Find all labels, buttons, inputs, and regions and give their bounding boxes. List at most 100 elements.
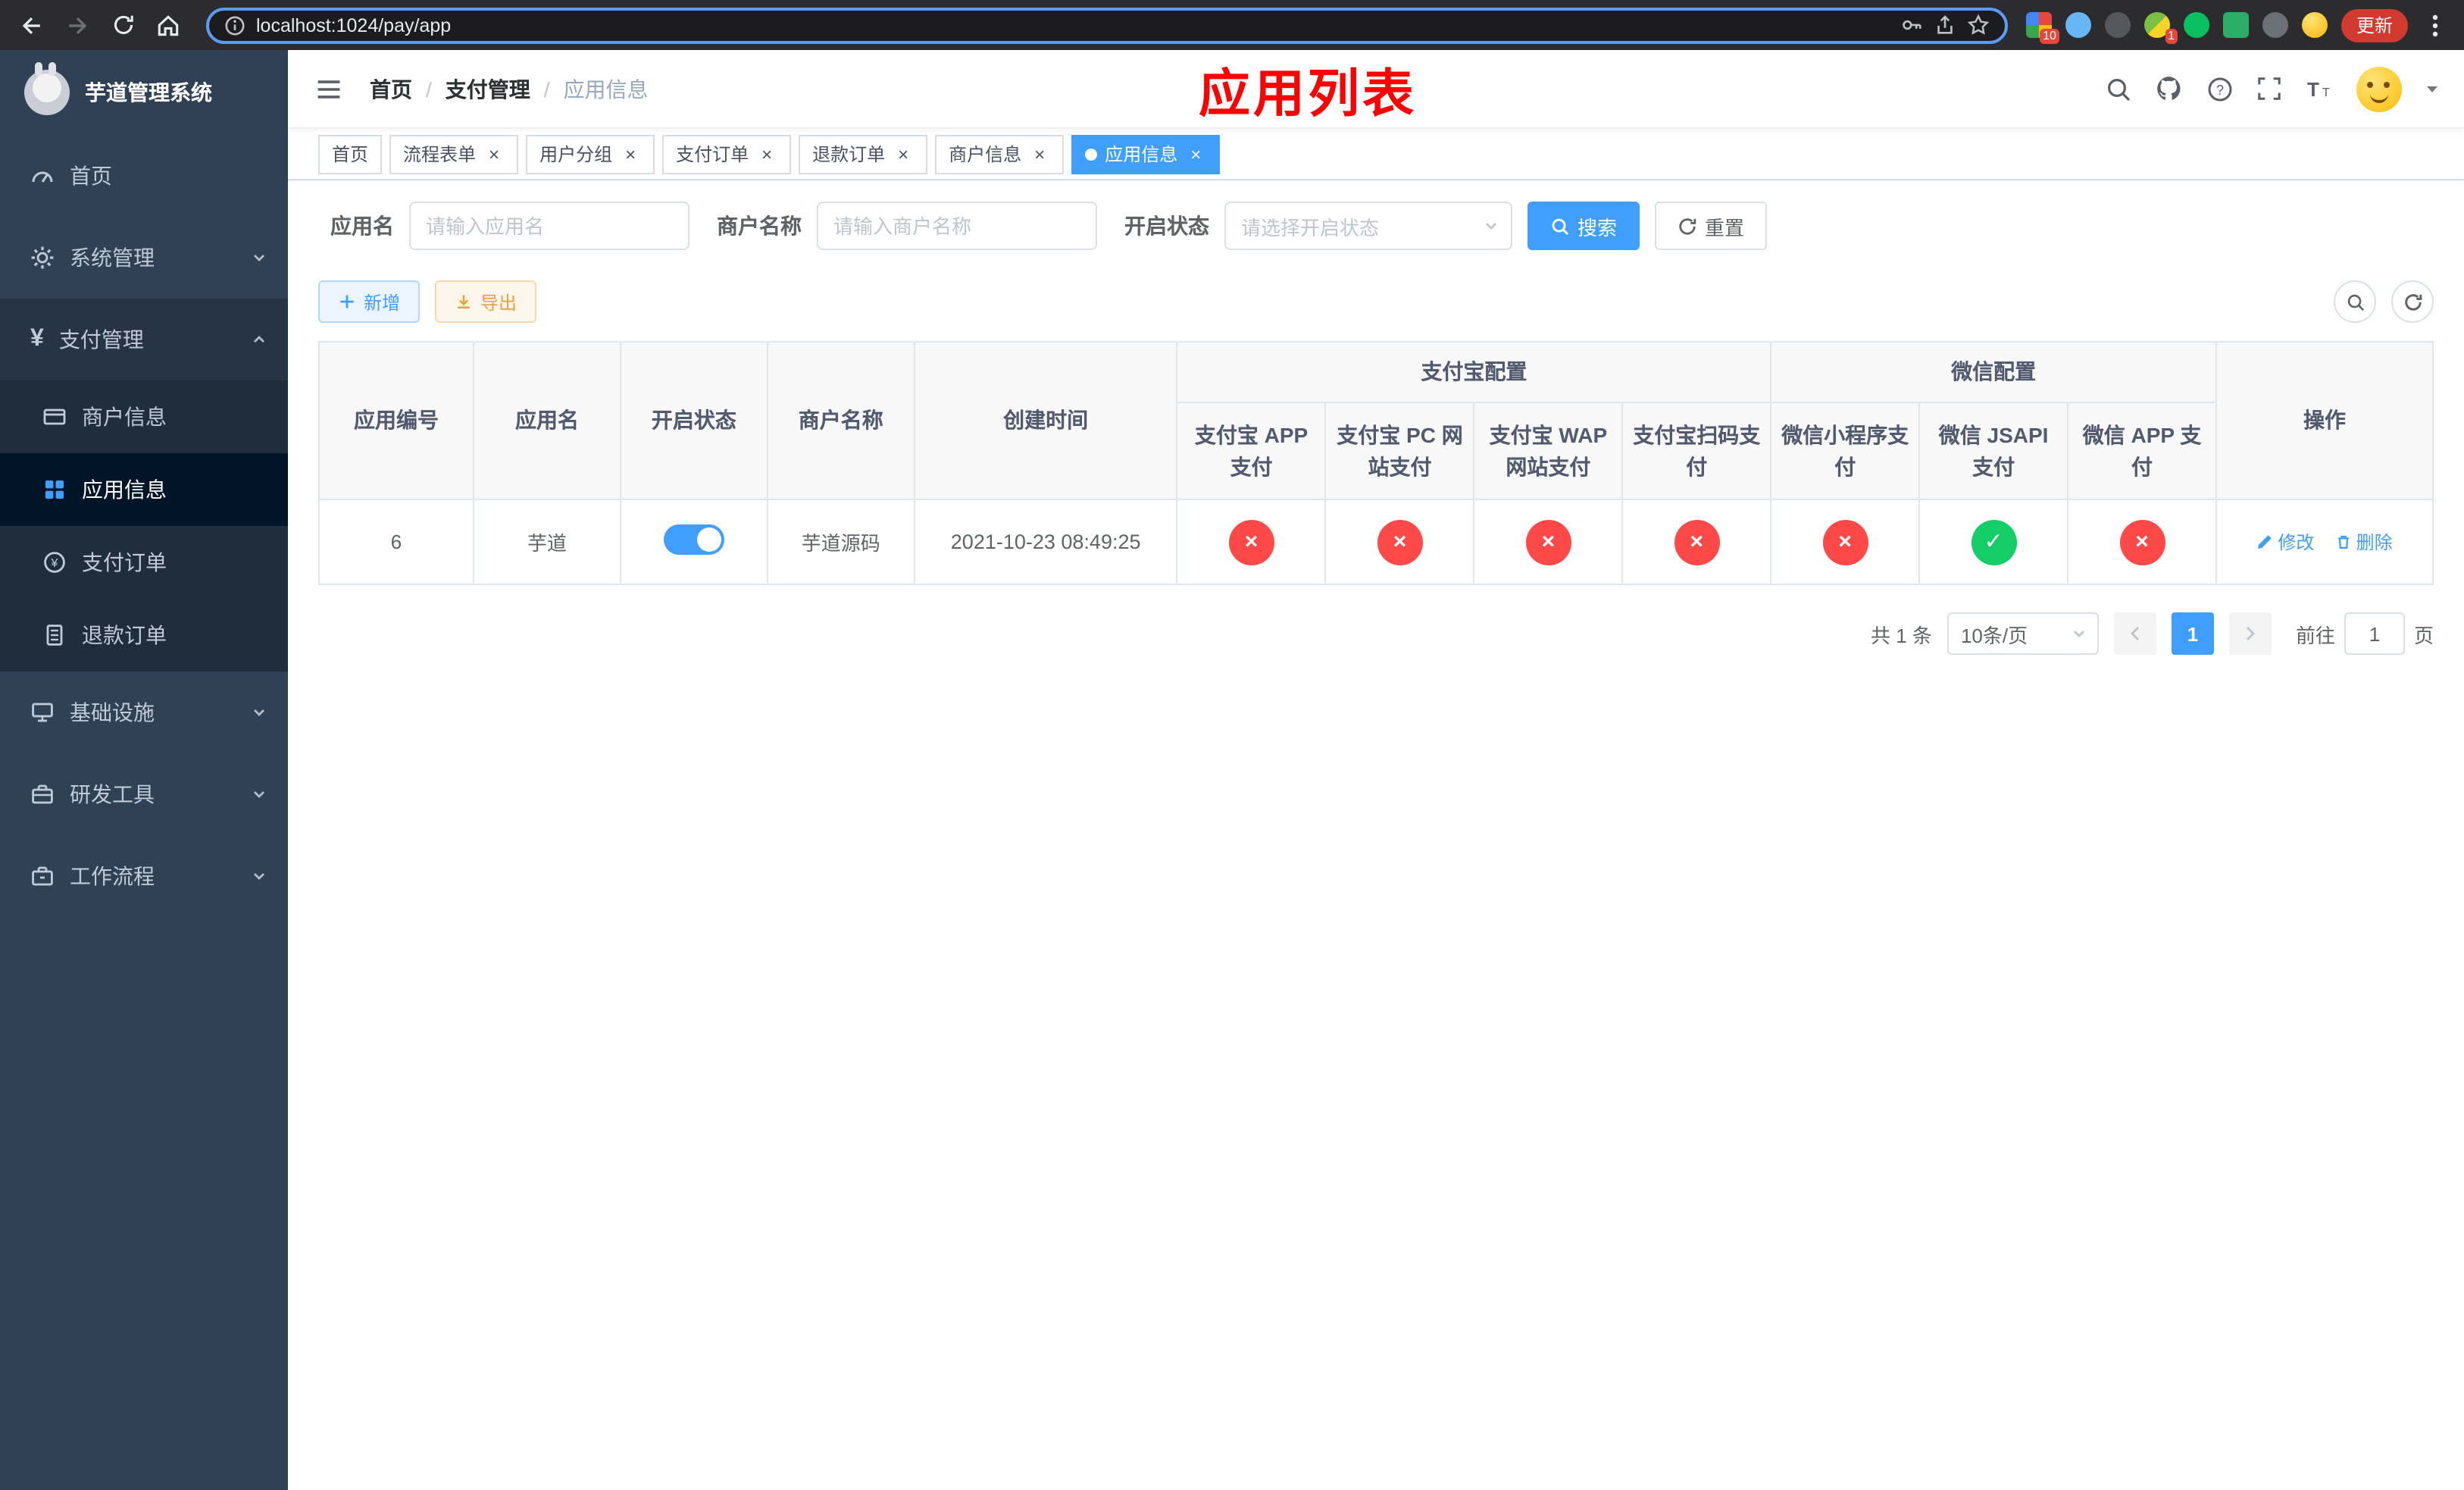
site-info-icon[interactable] — [224, 14, 245, 36]
active-dot — [1085, 148, 1098, 160]
tab-label: 支付订单 — [676, 144, 749, 165]
tab-pay-order[interactable]: 支付订单 — [662, 134, 792, 174]
close-icon[interactable] — [756, 143, 777, 164]
tab-label: 流程表单 — [403, 144, 477, 165]
extension-icon-pin[interactable] — [2262, 12, 2288, 38]
close-icon[interactable] — [893, 143, 914, 164]
tab-process-form[interactable]: 流程表单 — [389, 134, 519, 174]
page-size-select[interactable]: 10条/页 — [1946, 612, 2099, 655]
extension-icon-blue[interactable] — [2065, 12, 2091, 38]
font-size-icon[interactable]: TT — [2305, 75, 2334, 102]
pagination-total: 共 1 条 — [1871, 624, 1932, 646]
close-icon[interactable] — [1185, 143, 1206, 164]
next-page-button[interactable] — [2228, 612, 2272, 655]
extension-icon-colorful[interactable]: 10 — [2025, 12, 2059, 44]
url-text[interactable]: localhost:1024/pay/app — [256, 14, 1890, 36]
sidebar-item-label: 商户信息 — [82, 405, 167, 429]
browser-update-button[interactable]: 更新 — [2340, 8, 2408, 42]
toolbox-icon — [30, 782, 55, 806]
chevron-down-icon — [1484, 218, 1499, 233]
tab-label: 商户信息 — [949, 144, 1022, 165]
extension-icon-wechat-dev[interactable] — [2183, 12, 2209, 38]
page-number-1[interactable]: 1 — [2171, 612, 2214, 655]
page-suffix-label: 页 — [2413, 624, 2434, 646]
tab-refund-order[interactable]: 退款订单 — [799, 134, 928, 174]
chevron-up-icon — [252, 332, 267, 347]
tab-merchant-info[interactable]: 商户信息 — [935, 134, 1065, 174]
close-icon[interactable] — [620, 143, 641, 164]
sidebar-item-workflow[interactable]: 工作流程 — [0, 835, 288, 917]
status-select[interactable]: 请选择开启状态 — [1224, 202, 1512, 250]
merchant-name-input[interactable] — [817, 202, 1097, 250]
extension-icon-avatar[interactable]: 1 — [2143, 12, 2178, 44]
close-icon[interactable] — [1029, 143, 1050, 164]
tab-app-info-active[interactable]: 应用信息 — [1071, 134, 1221, 174]
sidebar-item-label: 首页 — [70, 164, 112, 188]
browser-forward-button[interactable] — [58, 5, 97, 45]
extension-icon-dark[interactable] — [2104, 12, 2131, 38]
sidebar-item-app-info[interactable]: 应用信息 — [0, 453, 288, 526]
help-icon[interactable]: ? — [2206, 75, 2234, 102]
sidebar-item-label: 研发工具 — [70, 782, 155, 806]
cell-channel-wechat-jsapi: ✓ — [1918, 499, 2069, 585]
browser-reload-button[interactable] — [103, 5, 142, 45]
breadcrumb-separator: / — [543, 77, 550, 101]
sidebar-item-label: 系统管理 — [70, 246, 155, 270]
toggle-search-button[interactable] — [2334, 280, 2376, 323]
tags-view: 首页 流程表单 用户分组 支付订单 退款订单 — [288, 129, 2464, 180]
browser-menu-icon[interactable] — [2422, 5, 2449, 45]
close-icon[interactable] — [483, 143, 505, 164]
status-label: 开启状态 — [1124, 214, 1209, 238]
app-logo-row[interactable]: 芋道管理系统 — [0, 50, 288, 135]
status-toggle[interactable] — [663, 524, 724, 555]
tab-home[interactable]: 首页 — [318, 134, 383, 174]
prev-page-button[interactable] — [2113, 612, 2156, 655]
edit-link[interactable]: 修改 — [2256, 529, 2314, 555]
browser-home-button[interactable] — [149, 5, 188, 45]
breadcrumb-item-home[interactable]: 首页 — [370, 74, 412, 104]
browser-toolbar: localhost:1024/pay/app 10 1 更新 — [0, 0, 2464, 50]
extension-icon-emoji[interactable] — [2301, 12, 2328, 38]
github-icon[interactable] — [2155, 74, 2184, 103]
sidebar-item-infrastructure[interactable]: 基础设施 — [0, 671, 288, 753]
app-name-input[interactable] — [409, 202, 689, 250]
sidebar-item-merchant-info[interactable]: 商户信息 — [0, 380, 288, 453]
sidebar-item-payment[interactable]: ¥ 支付管理 — [0, 299, 288, 380]
password-key-icon[interactable] — [1900, 14, 1923, 36]
user-avatar[interactable] — [2356, 66, 2402, 111]
search-button-label: 搜索 — [1578, 216, 1618, 239]
page-size-value: 10条/页 — [1960, 624, 2028, 646]
delete-link[interactable]: 删除 — [2335, 529, 2393, 555]
chevron-down-icon[interactable] — [2425, 81, 2440, 96]
sidebar-item-pay-order[interactable]: ¥ 支付订单 — [0, 526, 288, 599]
sidebar-item-system[interactable]: 系统管理 — [0, 217, 288, 299]
breadcrumb-item-payment[interactable]: 支付管理 — [446, 74, 530, 104]
address-bar[interactable]: localhost:1024/pay/app — [206, 7, 2008, 43]
tab-label: 用户分组 — [539, 144, 613, 165]
bookmark-star-icon[interactable] — [1967, 14, 1990, 36]
share-icon[interactable] — [1934, 14, 1956, 36]
goto-page-input[interactable] — [2344, 612, 2405, 655]
tab-user-group[interactable]: 用户分组 — [526, 134, 655, 174]
sidebar-item-home[interactable]: 首页 — [0, 135, 288, 217]
cell-channel-alipay-app: × — [1176, 499, 1327, 585]
fullscreen-icon[interactable] — [2256, 76, 2282, 102]
cell-merchant-name: 芋道源码 — [766, 499, 915, 585]
search-icon[interactable] — [2105, 75, 2132, 102]
refresh-button[interactable] — [2391, 280, 2434, 323]
status-check-icon: ✓ — [1971, 519, 2017, 565]
export-button[interactable]: 导出 — [435, 280, 537, 323]
sidebar-item-refund-order[interactable]: 退款订单 — [0, 599, 288, 671]
browser-back-button[interactable] — [12, 5, 52, 45]
search-button[interactable]: 搜索 — [1527, 202, 1640, 250]
extension-icon-chat[interactable] — [2222, 12, 2249, 38]
app-window: 芋道管理系统 首页 系统管理 ¥ 支付管理 商户信息 应用信息 ¥ 支付订单 退… — [0, 50, 2464, 1490]
hamburger-icon[interactable] — [309, 69, 349, 108]
monitor-icon — [30, 700, 55, 725]
yen-icon: ¥ — [30, 326, 44, 352]
sidebar-item-dev-tools[interactable]: 研发工具 — [0, 753, 288, 835]
gear-icon — [30, 246, 55, 270]
reset-button[interactable]: 重置 — [1655, 202, 1768, 250]
add-button[interactable]: 新增 — [318, 280, 421, 323]
breadcrumb: 首页 / 支付管理 / 应用信息 — [370, 74, 649, 104]
